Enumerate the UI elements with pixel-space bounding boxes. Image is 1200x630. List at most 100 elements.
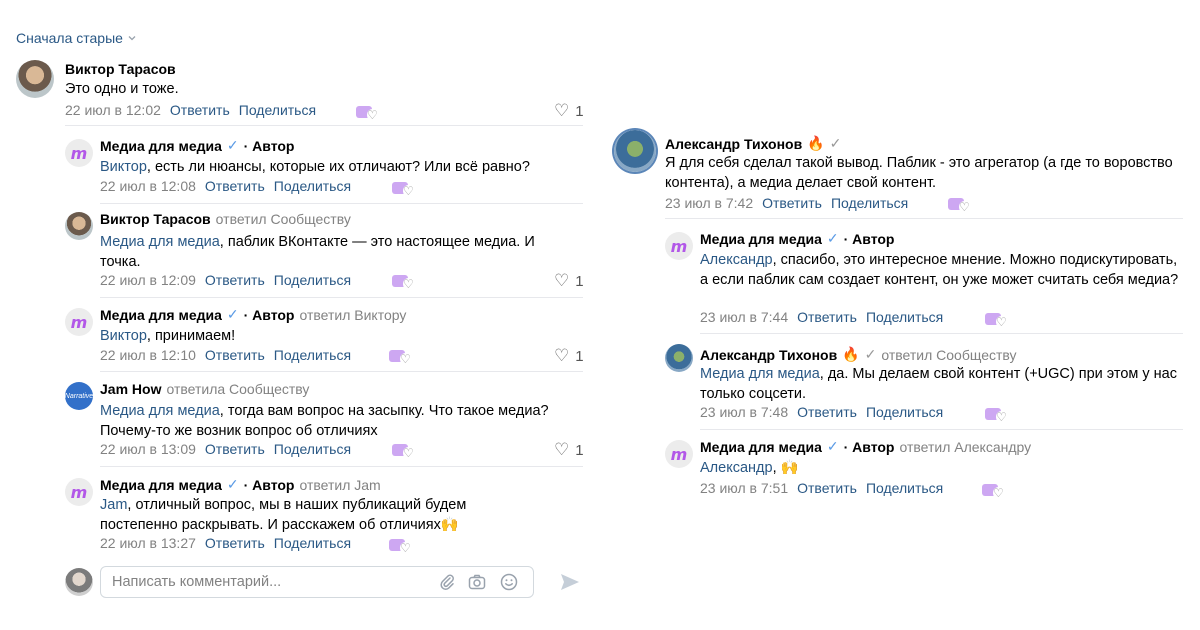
sort-dropdown[interactable]: Сначала старые (16, 30, 137, 46)
author-name[interactable]: Медиа для медиа (100, 307, 222, 323)
reaction-icon[interactable]: ♡ (392, 442, 418, 460)
author-name[interactable]: Александр Тихонов (700, 347, 837, 363)
avatar[interactable] (665, 344, 693, 372)
comment-date[interactable]: 23 июл в 7:42 (665, 195, 753, 211)
reaction-icon[interactable]: ♡ (389, 348, 415, 366)
reaction-icon[interactable]: ♡ (982, 482, 1008, 500)
like-button[interactable]: ♡ 1 (554, 440, 584, 460)
avatar[interactable]: m (65, 308, 93, 336)
comment-date[interactable]: 22 июл в 12:02 (65, 102, 161, 118)
mention-link[interactable]: Александр (700, 252, 773, 268)
like-count: 1 (575, 102, 584, 120)
author-role: · Автор (243, 476, 295, 493)
divider (100, 297, 583, 298)
reply-button[interactable]: Ответить (170, 102, 230, 118)
share-button[interactable]: Поделиться (274, 535, 351, 551)
comment-text: Виктор, принимаем! (100, 326, 575, 346)
reply-button[interactable]: Ответить (797, 480, 857, 496)
avatar[interactable]: m (665, 440, 693, 468)
author-name[interactable]: Медиа для медиа (700, 439, 822, 455)
reply-button[interactable]: Ответить (205, 178, 265, 194)
reaction-icon[interactable]: ♡ (985, 311, 1011, 329)
share-button[interactable]: Поделиться (274, 272, 351, 288)
replied-to[interactable]: ответил Jam (299, 477, 380, 493)
replied-to[interactable]: ответил Сообществу (216, 211, 351, 227)
reaction-icon[interactable]: ♡ (389, 537, 415, 555)
comment-date[interactable]: 23 июл в 7:51 (700, 480, 788, 496)
mention-link[interactable]: Медиа для медиа (100, 234, 220, 250)
reply-button[interactable]: Ответить (797, 309, 857, 325)
camera-icon[interactable] (467, 572, 487, 592)
mention-link[interactable]: Jam (100, 497, 127, 513)
replied-to[interactable]: ответил Александру (899, 439, 1031, 455)
comment-date[interactable]: 22 июл в 12:09 (100, 272, 196, 288)
comment-date[interactable]: 22 июл в 13:09 (100, 441, 196, 457)
avatar[interactable] (65, 212, 93, 240)
avatar[interactable]: m (665, 232, 693, 260)
like-count: 1 (575, 441, 584, 459)
avatar[interactable] (16, 60, 54, 98)
share-button[interactable]: Поделиться (866, 309, 943, 325)
reply-button[interactable]: Ответить (205, 441, 265, 457)
replied-to[interactable]: ответил Сообществу (881, 347, 1016, 363)
avatar[interactable]: m (65, 478, 93, 506)
send-icon[interactable] (558, 570, 582, 594)
comment-text: Медиа для медиа, тогда вам вопрос на зас… (100, 401, 570, 441)
comment-text: Александр, спасибо, это интересное мнени… (700, 250, 1180, 290)
reaction-icon[interactable]: ♡ (948, 196, 974, 214)
like-button[interactable]: ♡ 1 (554, 271, 584, 291)
author-name[interactable]: Виктор Тарасов (65, 61, 176, 77)
reply-button[interactable]: Ответить (205, 272, 265, 288)
author-name[interactable]: Виктор Тарасов (100, 211, 211, 227)
mention-link[interactable]: Александр (700, 460, 773, 476)
comment-date[interactable]: 22 июл в 13:27 (100, 535, 196, 551)
comment-date[interactable]: 22 июл в 12:08 (100, 178, 196, 194)
reaction-icon[interactable]: ♡ (392, 273, 418, 291)
smile-icon[interactable] (499, 572, 519, 592)
reply-button[interactable]: Ответить (797, 404, 857, 420)
heart-icon: ♡ (554, 346, 570, 365)
comment-body: , есть ли нюансы, которые их отличают? И… (146, 159, 530, 175)
divider (700, 429, 1183, 430)
replied-to[interactable]: ответил Виктору (299, 307, 406, 323)
author-name[interactable]: Медиа для медиа (700, 231, 822, 247)
share-button[interactable]: Поделиться (274, 347, 351, 363)
share-button[interactable]: Поделиться (866, 480, 943, 496)
comment-date[interactable]: 23 июл в 7:44 (700, 309, 788, 325)
comment-date[interactable]: 23 июл в 7:48 (700, 404, 788, 420)
verified-icon: ✓ (864, 346, 877, 362)
like-button[interactable]: ♡ 1 (554, 346, 584, 366)
mention-link[interactable]: Медиа для медиа (700, 366, 820, 382)
reaction-icon[interactable]: ♡ (356, 104, 382, 122)
comment-text: Jam, отличный вопрос, мы в наших публика… (100, 495, 540, 535)
paperclip-icon[interactable] (437, 572, 457, 592)
mention-link[interactable]: Медиа для медиа (100, 403, 220, 419)
mention-link[interactable]: Виктор (100, 328, 147, 344)
avatar[interactable]: m (65, 139, 93, 167)
my-avatar (65, 568, 93, 596)
avatar[interactable] (614, 130, 656, 172)
reaction-icon[interactable]: ♡ (392, 180, 418, 198)
author-name[interactable]: Медиа для медиа (100, 138, 222, 154)
comment-input[interactable]: Написать комментарий... (100, 566, 534, 598)
comment-date[interactable]: 22 июл в 12:10 (100, 347, 196, 363)
avatar[interactable]: Narrative (65, 382, 93, 410)
share-button[interactable]: Поделиться (274, 178, 351, 194)
author-name[interactable]: Александр Тихонов (665, 136, 802, 152)
share-button[interactable]: Поделиться (274, 441, 351, 457)
share-button[interactable]: Поделиться (239, 102, 316, 118)
reply-button[interactable]: Ответить (762, 195, 822, 211)
share-button[interactable]: Поделиться (831, 195, 908, 211)
reply-button[interactable]: Ответить (205, 535, 265, 551)
mention-link[interactable]: Виктор (100, 159, 147, 175)
author-name[interactable]: Jam How (100, 381, 161, 397)
author-role: · Автор (243, 137, 295, 154)
author-name[interactable]: Медиа для медиа (100, 477, 222, 493)
comment-body: , отличный вопрос, мы в наших публикаций… (100, 497, 467, 533)
replied-to[interactable]: ответила Сообществу (166, 381, 309, 397)
author-role: · Автор (843, 438, 895, 455)
reply-button[interactable]: Ответить (205, 347, 265, 363)
like-button[interactable]: ♡ 1 (554, 101, 584, 121)
share-button[interactable]: Поделиться (866, 404, 943, 420)
reaction-icon[interactable]: ♡ (985, 406, 1011, 424)
